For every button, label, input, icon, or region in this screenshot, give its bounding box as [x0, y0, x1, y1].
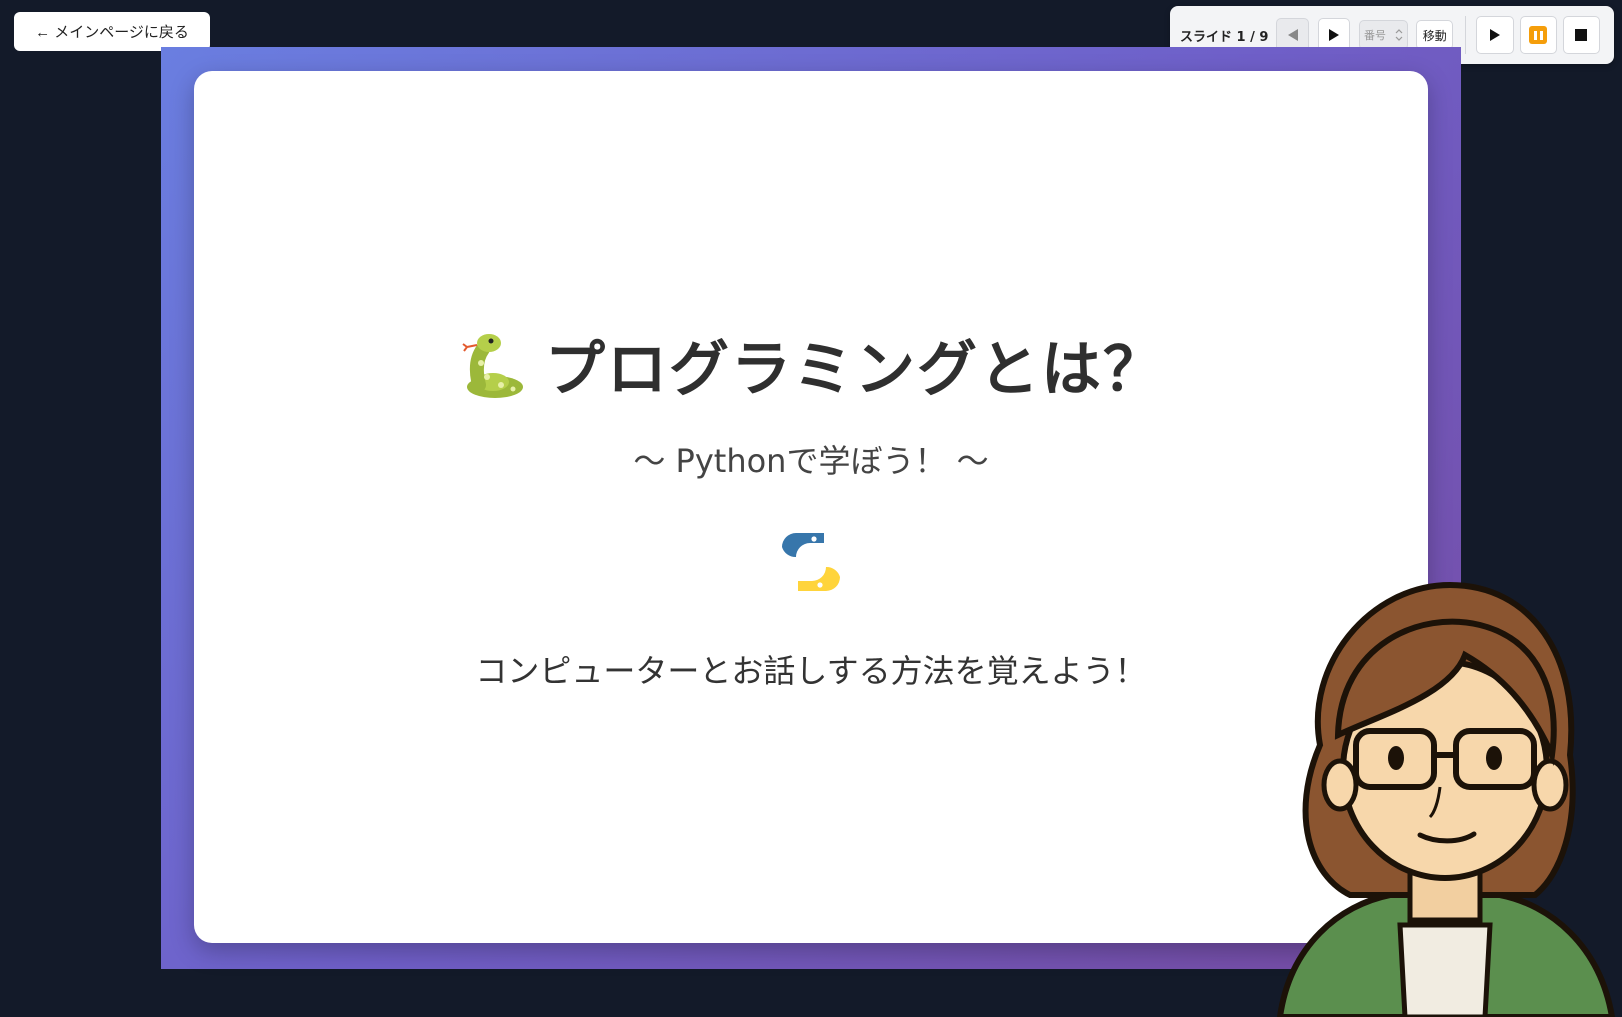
back-to-main-button[interactable]: ← メインページに戻る: [14, 12, 210, 51]
triangle-right-icon: [1328, 29, 1339, 41]
slide-subtitle: 〜 Pythonで学ぼう！ 〜: [633, 442, 989, 480]
slide-number-placeholder: 番号: [1364, 30, 1387, 42]
spinner-icon: [1395, 29, 1403, 41]
triangle-left-icon: [1287, 29, 1298, 41]
control-divider: [1465, 16, 1467, 54]
slide-tagline: コンピューターとお話しする方法を覚えよう！: [475, 652, 1147, 690]
presentation-stage: ← メインページに戻る スライド 1 / 9 番号 移動 プログラミングとは？ …: [0, 0, 1622, 1017]
presenter-avatar: [1276, 581, 1616, 1017]
slide-card: プログラミングとは？ 〜 Pythonで学ぼう！ 〜 コンピューターとお話しする…: [194, 71, 1428, 943]
python-logo-icon: [782, 533, 840, 591]
pause-button[interactable]: [1519, 16, 1557, 54]
title-row: プログラミングとは？: [194, 321, 1428, 408]
snake-icon: [462, 333, 523, 398]
stop-button[interactable]: [1562, 16, 1600, 54]
slide-title: プログラミングとは？: [545, 335, 1165, 405]
play-icon: [1489, 29, 1500, 41]
stop-icon: [1575, 29, 1588, 41]
slide-counter: スライド 1 / 9: [1180, 29, 1269, 45]
slide-number-input[interactable]: 番号: [1359, 20, 1409, 50]
pause-icon: [1529, 26, 1548, 44]
play-button[interactable]: [1476, 16, 1514, 54]
go-to-slide-button[interactable]: 移動: [1416, 20, 1454, 50]
